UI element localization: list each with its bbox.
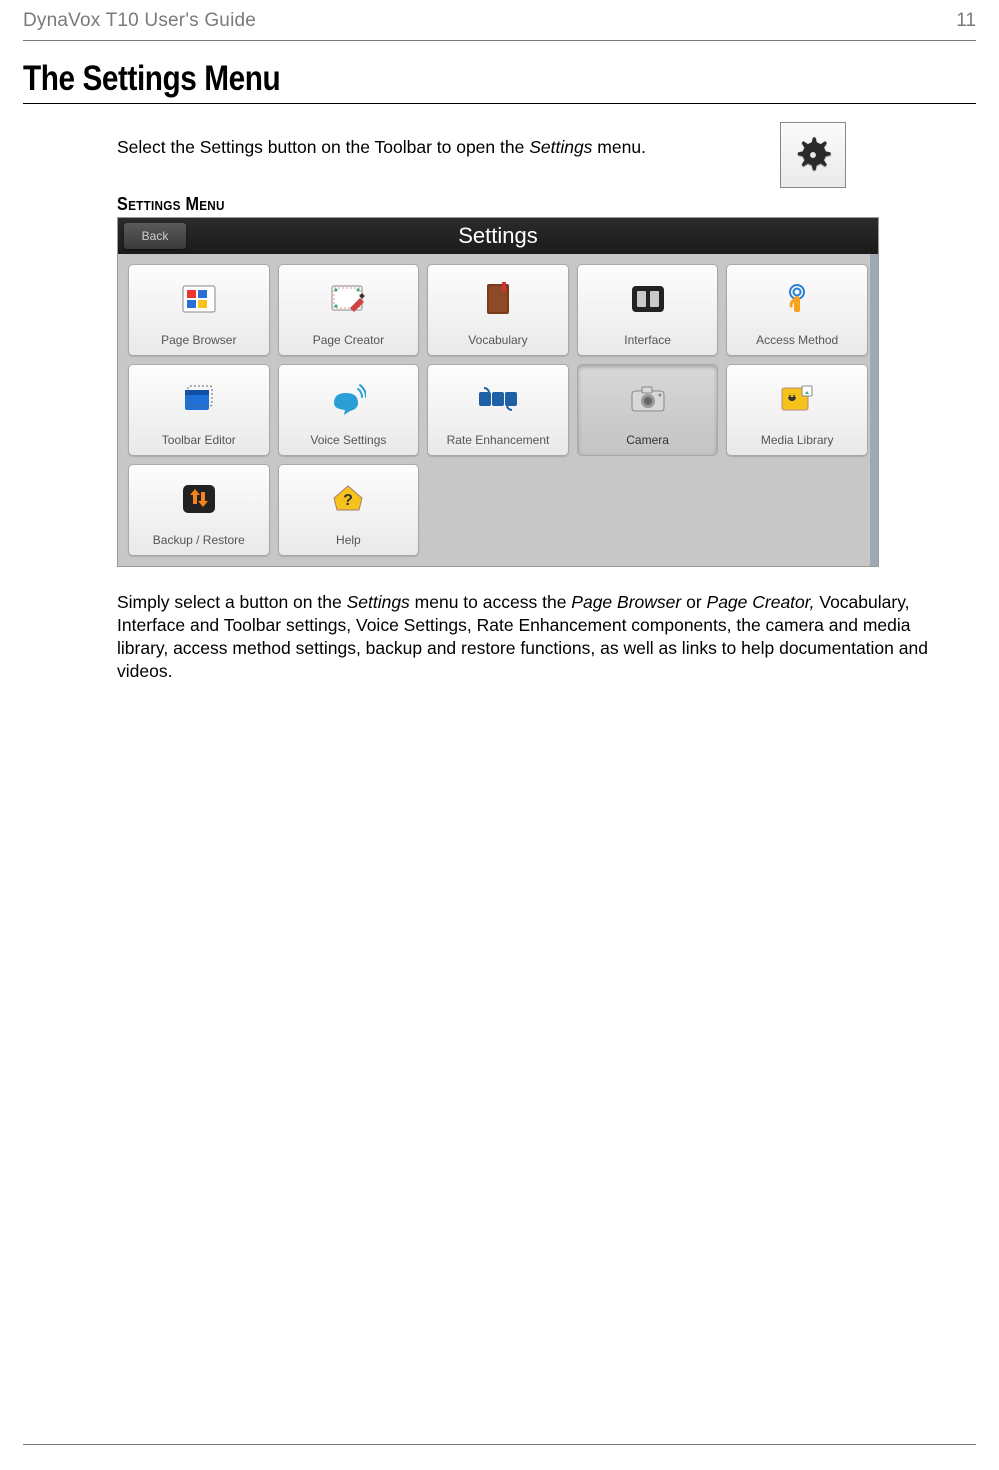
tile-label: Backup / Restore	[153, 533, 245, 547]
interface-icon	[578, 265, 718, 333]
camera-icon	[578, 365, 718, 433]
tile-help[interactable]: ? Help	[278, 464, 420, 556]
section-rule	[23, 103, 976, 104]
intro-text: Select the Settings button on the Toolba…	[117, 122, 646, 160]
page-creator-icon	[279, 265, 419, 333]
intro-italic: Settings	[529, 137, 592, 157]
help-icon: ?	[279, 465, 419, 533]
screenshot-title: Settings	[118, 223, 878, 249]
tile-interface[interactable]: Interface	[577, 264, 719, 356]
tile-voice-settings[interactable]: Voice Settings	[278, 364, 420, 456]
voice-settings-icon	[279, 365, 419, 433]
screenshot-scrollbar	[870, 218, 878, 566]
section-title: The Settings Menu	[23, 59, 833, 103]
tile-label: Vocabulary	[468, 333, 527, 347]
footer-rule	[23, 1444, 976, 1445]
header-rule	[23, 40, 976, 41]
gear-icon	[792, 134, 834, 176]
page-browser-icon	[129, 265, 269, 333]
tile-label: Page Creator	[313, 333, 384, 347]
settings-paragraph: Simply select a button on the Settings m…	[117, 591, 956, 683]
svg-text:?: ?	[344, 492, 354, 509]
screenshot-titlebar: Back Settings	[118, 218, 878, 254]
rate-enhancement-icon	[428, 365, 568, 433]
settings-gear-box	[780, 122, 846, 188]
tile-camera[interactable]: Camera	[577, 364, 719, 456]
tile-label: Help	[336, 533, 361, 547]
tile-rate-enhancement[interactable]: Rate Enhancement	[427, 364, 569, 456]
tile-media-library[interactable]: Media Library	[726, 364, 868, 456]
tile-label: Toolbar Editor	[162, 433, 236, 447]
tile-access-method[interactable]: Access Method	[726, 264, 868, 356]
tile-backup-restore[interactable]: Backup / Restore	[128, 464, 270, 556]
tile-page-creator[interactable]: Page Creator	[278, 264, 420, 356]
tile-page-browser[interactable]: Page Browser	[128, 264, 270, 356]
page-number: 11	[956, 10, 976, 32]
backup-restore-icon	[129, 465, 269, 533]
settings-screenshot: Back Settings Page Browser Page Creator Vo…	[117, 217, 879, 567]
tile-label: Media Library	[761, 433, 834, 447]
media-library-icon	[727, 365, 867, 433]
settings-grid: Page Browser Page Creator Vocabulary Interf…	[118, 254, 878, 556]
toolbar-editor-icon	[129, 365, 269, 433]
tile-label: Page Browser	[161, 333, 236, 347]
vocabulary-icon	[428, 265, 568, 333]
tile-label: Access Method	[756, 333, 838, 347]
tile-vocabulary[interactable]: Vocabulary	[427, 264, 569, 356]
tile-label: Rate Enhancement	[447, 433, 550, 447]
tile-label: Interface	[624, 333, 671, 347]
tile-toolbar-editor[interactable]: Toolbar Editor	[128, 364, 270, 456]
intro-suffix: menu.	[592, 137, 646, 157]
access-method-icon	[727, 265, 867, 333]
intro-prefix: Select the Settings button on the Toolba…	[117, 137, 529, 157]
tile-label: Voice Settings	[310, 433, 386, 447]
settings-menu-sub-head: Settings Menu	[117, 194, 872, 215]
tile-label: Camera	[626, 433, 669, 447]
guide-title: DynaVox T10 User's Guide	[23, 10, 256, 32]
